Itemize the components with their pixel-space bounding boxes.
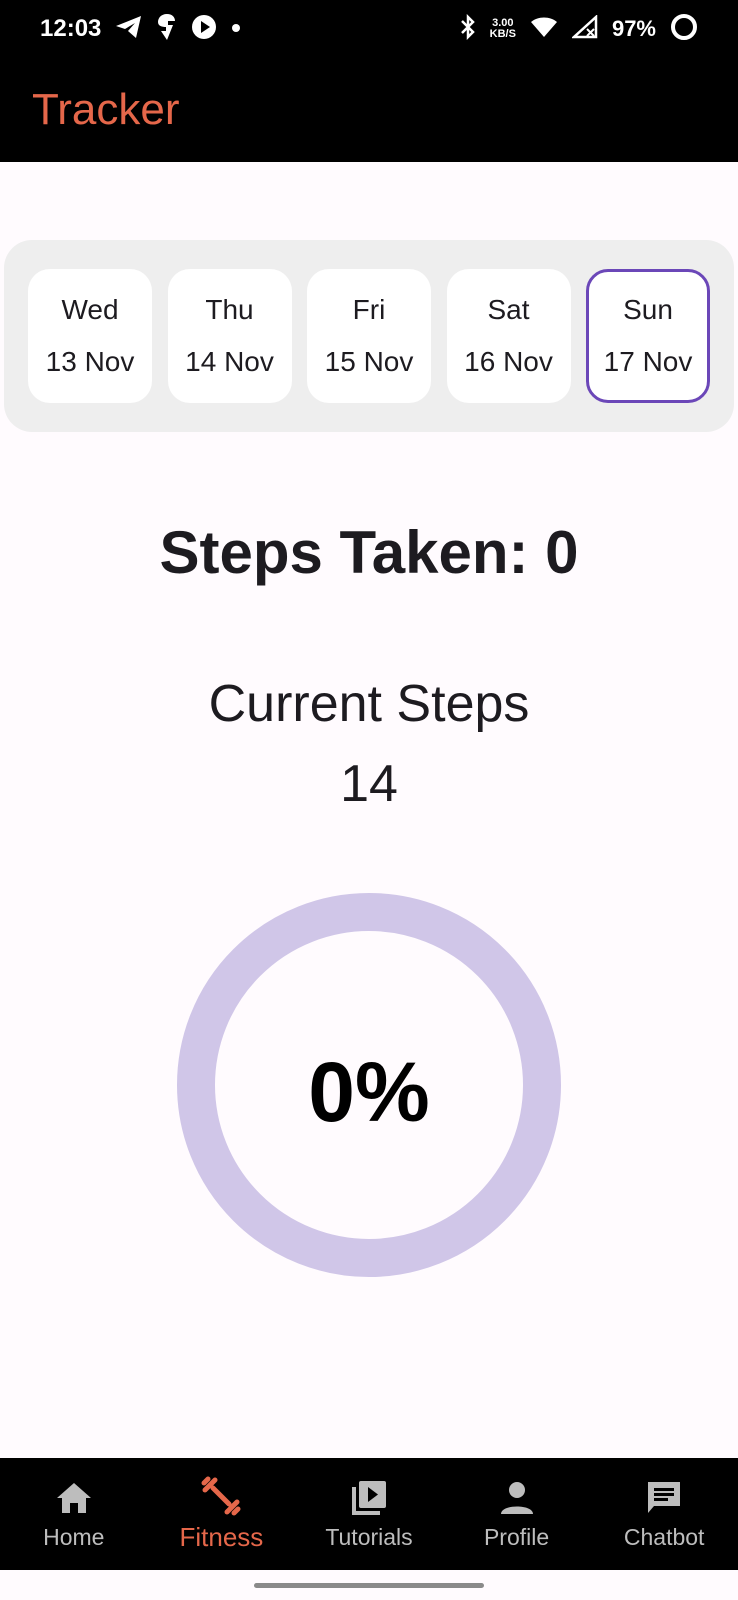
chat-icon [648,1481,681,1513]
date-day: Sun [623,294,673,325]
page-title: Tracker [32,85,180,134]
status-time: 12:03 [40,15,102,42]
battery-ring-icon [670,13,698,46]
steps-taken-heading: Steps Taken: 0 [159,519,579,586]
network-speed-unit: KB/S [489,28,516,40]
play-circle-icon [191,14,217,45]
nav-home[interactable]: Home [4,1478,144,1551]
wifi-icon [530,16,558,43]
date-date: 17 Nov [603,346,693,377]
date-date: 13 Nov [45,346,135,377]
home-indicator[interactable] [254,1583,484,1588]
date-card-wed[interactable]: Wed 13 Nov [28,269,152,403]
nav-profile[interactable]: Profile [447,1478,587,1551]
dumbbell-icon [201,1476,241,1515]
progress-percent: 0% [308,1045,430,1139]
nav-label: Profile [483,1523,550,1550]
date-day: Thu [205,294,254,325]
date-date: 15 Nov [324,346,414,377]
battery-percent: 97% [611,16,656,41]
current-steps-label: Current Steps [208,675,530,733]
swiggy-icon [157,13,177,46]
status-bar: 12:03 3.00 KB/S 97% [0,0,738,58]
nav-label: Fitness [179,1521,264,1552]
date-day: Fri [352,294,386,325]
date-day: Wed [61,294,119,325]
person-icon [500,1481,533,1514]
app-bar: Tracker [0,58,738,162]
network-speed: 3.00 KB/S [490,18,516,40]
bottom-navigation: Home Fitness Tutorials Profile Chatbot [0,1458,738,1570]
home-icon [56,1482,91,1513]
current-steps-value: 14 [340,755,398,813]
nav-fitness[interactable]: Fitness [151,1476,291,1553]
bluetooth-icon [460,13,476,45]
nav-label: Home [43,1523,105,1550]
nav-tutorials[interactable]: Tutorials [299,1478,439,1551]
date-date: 16 Nov [464,346,553,377]
date-card-fri[interactable]: Fri 15 Nov [307,269,431,403]
date-card-thu[interactable]: Thu 14 Nov [167,269,292,403]
date-selector: Wed 13 Nov Thu 14 Nov Fri 15 Nov Sat 16 … [4,240,734,432]
date-card-sun[interactable]: Sun 17 Nov [586,269,710,403]
nav-label: Tutorials [325,1523,413,1550]
telegram-icon [115,15,143,44]
signal-icon [570,13,598,44]
date-date: 14 Nov [185,346,274,377]
notification-dot-icon [231,20,241,38]
video-library-icon [351,1480,386,1515]
date-day: Sat [487,294,530,325]
nav-chatbot[interactable]: Chatbot [594,1478,734,1551]
date-card-sat[interactable]: Sat 16 Nov [446,269,571,403]
nav-label: Chatbot [623,1523,705,1550]
